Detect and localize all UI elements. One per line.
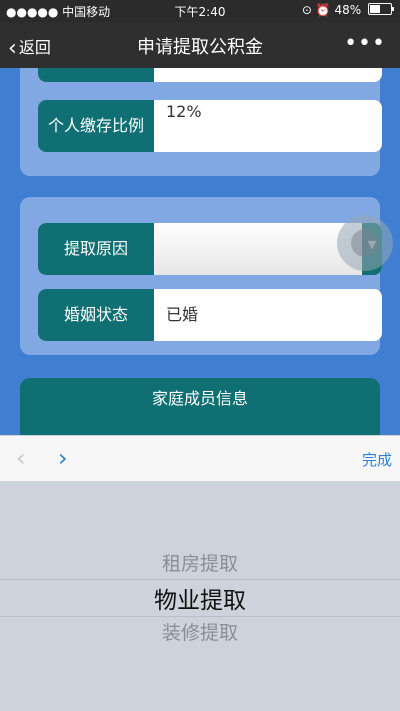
battery-icon [368, 3, 394, 15]
marital-value[interactable]: 已婚 [166, 289, 198, 341]
row-reason: 提取原因 ▼ [38, 223, 382, 275]
picker-option-selected[interactable]: 物业提取 [0, 581, 400, 615]
next-field-button[interactable]: › [58, 444, 68, 472]
personal-rate-value: 12% [166, 102, 202, 121]
row-marital: 婚姻状态 已婚 [38, 289, 382, 341]
assistive-touch-button[interactable] [337, 215, 393, 271]
more-button[interactable]: ••• [344, 31, 386, 56]
page-title: 申请提取公积金 [137, 37, 263, 58]
reason-label: 提取原因 [38, 223, 154, 275]
status-bar: ●●●●● 中国移动 下午2:40 ⊙ ⏰ 48% [0, 0, 400, 22]
marital-label: 婚姻状态 [38, 289, 154, 341]
option-picker[interactable]: 租房提取 物业提取 装修提取 [0, 481, 400, 711]
alarm-icon: ⏰ [315, 3, 331, 17]
nav-bar: ‹ 返回 申请提取公积金 ••• [0, 22, 400, 68]
status-right: ⊙ ⏰ 48% [301, 3, 394, 17]
orientation-lock-icon: ⊙ [301, 3, 312, 17]
row-personal-rate: 个人缴存比例 12% [38, 100, 382, 152]
previous-field-button[interactable]: ‹ [16, 444, 26, 472]
row-unit-rate [38, 68, 382, 82]
done-button[interactable]: 完成 [362, 449, 392, 470]
card-personal: 个人缴存比例 12% [20, 68, 382, 176]
battery-fill [370, 5, 380, 13]
family-info-header: 家庭成员信息 [20, 378, 380, 436]
keyboard-toolbar: ‹ › 完成 [0, 435, 400, 482]
unit-rate-label [38, 68, 154, 82]
picker-option[interactable]: 装修提取 [0, 618, 400, 645]
card-reason: 提取原因 ▼ 婚姻状态 已婚 [20, 197, 382, 355]
personal-rate-label: 个人缴存比例 [38, 100, 154, 152]
battery-percent: 48% [334, 3, 362, 17]
picker-option[interactable]: 租房提取 [0, 549, 400, 576]
